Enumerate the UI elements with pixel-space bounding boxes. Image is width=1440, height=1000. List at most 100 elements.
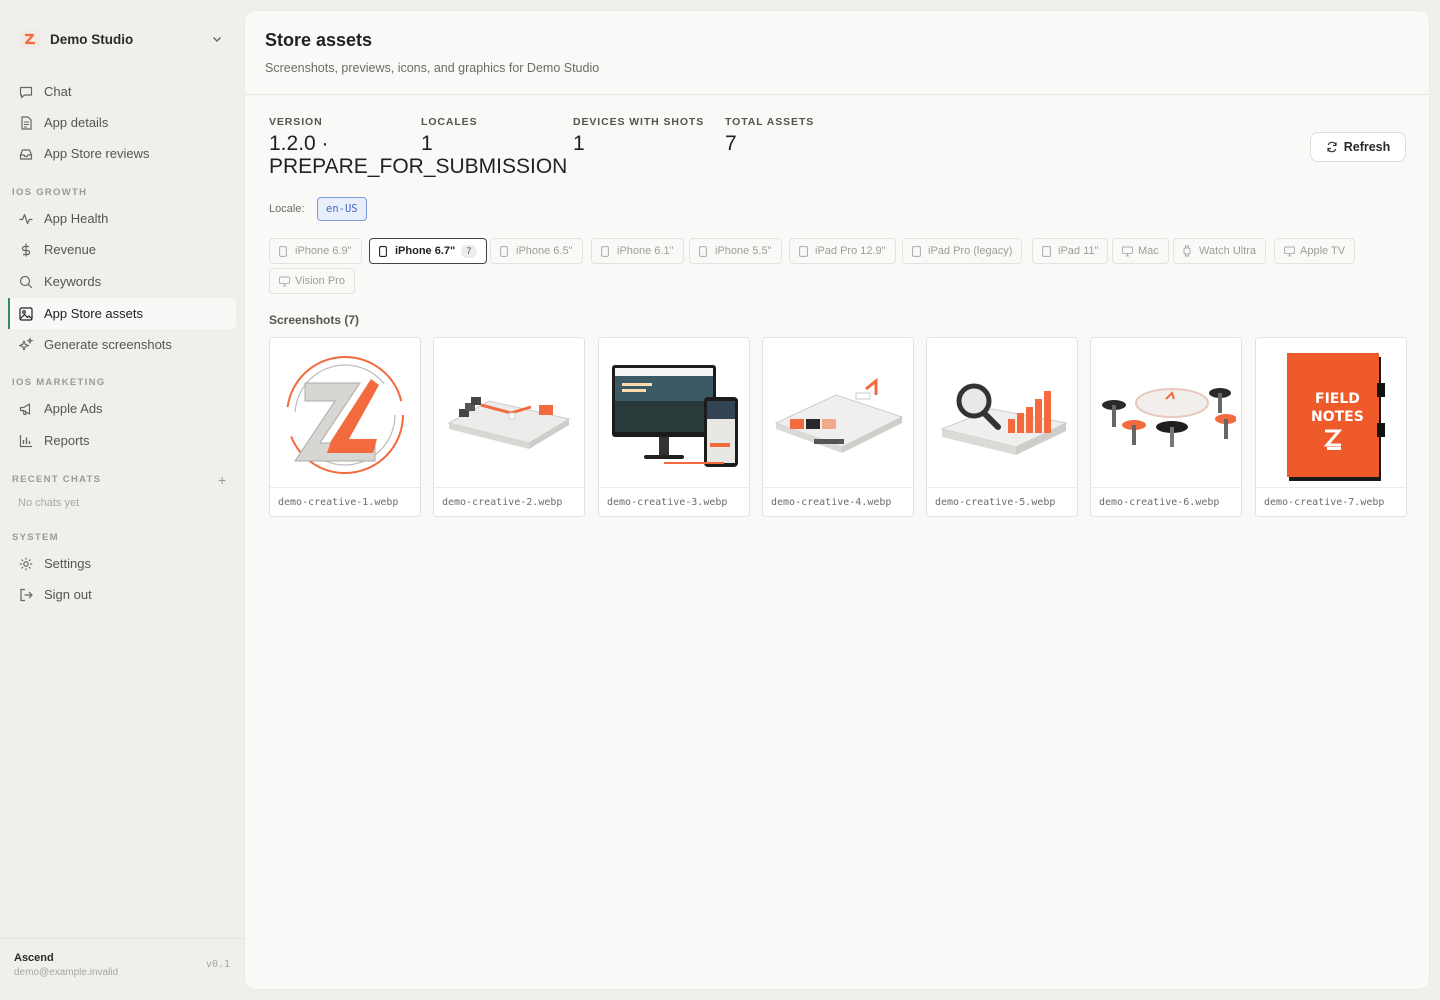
nav-item-label: App Health: [44, 211, 109, 226]
nav-item-settings[interactable]: Settings: [8, 548, 236, 579]
device-tab-label: iPad 11": [1058, 245, 1099, 257]
screenshot-card[interactable]: demo-creative-5.webp: [926, 337, 1078, 517]
nav-item-reports[interactable]: Reports: [8, 425, 236, 456]
stat-label-total-assets: TOTAL ASSETS: [725, 116, 815, 128]
nav-item-app-health[interactable]: App Health: [8, 203, 236, 234]
device-tab-ipad-pro-legacy[interactable]: iPad Pro (legacy): [902, 238, 1023, 264]
locale-label: Locale:: [269, 203, 305, 215]
nav-item-label: Revenue: [44, 242, 97, 257]
section-label-system: SYSTEM: [12, 532, 59, 543]
screenshot-filename: demo-creative-3.webp: [607, 496, 728, 508]
device-tab-label: iPad Pro (legacy): [928, 245, 1013, 257]
screenshot-filename: demo-creative-4.webp: [771, 496, 892, 508]
nav-item-apple-ads[interactable]: Apple Ads: [8, 393, 236, 424]
screenshot-thumbnail: [599, 338, 749, 488]
tablet-icon: [912, 245, 923, 257]
phone-icon: [699, 245, 710, 257]
page-subtitle: Screenshots, previews, icons, and graphi…: [265, 61, 600, 75]
screenshot-filename: demo-creative-1.webp: [278, 496, 399, 508]
new-chat-button[interactable]: +: [218, 472, 226, 488]
device-tab-iphone-6-5[interactable]: iPhone 6.5": [490, 238, 583, 264]
monitor-icon: [1284, 245, 1295, 257]
locale-chip-en-us[interactable]: en-US: [317, 197, 367, 221]
device-tab-iphone-6-9[interactable]: iPhone 6.9": [269, 238, 362, 264]
tablet-icon: [1042, 245, 1053, 257]
monitor-icon: [279, 275, 290, 287]
screenshot-thumbnail: [763, 338, 913, 488]
workspace-logo: [20, 29, 40, 49]
screenshot-card[interactable]: FIELD NOTES demo-creative-7.webp: [1255, 337, 1407, 517]
nav-item-label: Apple Ads: [44, 401, 103, 416]
nav-item-keywords[interactable]: Keywords: [8, 266, 236, 297]
refresh-label: Refresh: [1343, 140, 1391, 154]
nav-item-label: Settings: [44, 556, 91, 571]
device-tab-iphone-6-7[interactable]: iPhone 6.7" 7: [369, 238, 487, 264]
nav-item-label: Chat: [44, 84, 72, 99]
no-chats-text: No chats yet: [18, 497, 80, 509]
device-tab-watch-ultra[interactable]: Watch Ultra: [1173, 238, 1267, 264]
nav-item-revenue[interactable]: Revenue: [8, 234, 236, 265]
dollar-icon: [18, 242, 34, 258]
device-tab-apple-tv[interactable]: Apple TV: [1274, 238, 1356, 264]
device-tab-label: iPhone 5.5": [715, 245, 772, 257]
main-panel: Store assets Screenshots, previews, icon…: [244, 10, 1430, 990]
refresh-button[interactable]: Refresh: [1310, 132, 1406, 162]
screenshot-card[interactable]: demo-creative-6.webp: [1090, 337, 1242, 517]
chevron-down-icon: [213, 37, 221, 42]
device-tab-ipad-pro-12-9[interactable]: iPad Pro 12.9": [789, 238, 896, 264]
section-label-ios-growth: IOS GROWTH: [12, 187, 88, 198]
device-count-badge: 7: [461, 244, 477, 258]
user-email: demo@example.invalid: [14, 967, 119, 978]
user-name: Ascend: [14, 952, 54, 964]
screenshot-card[interactable]: demo-creative-2.webp: [433, 337, 585, 517]
inbox-icon: [18, 146, 34, 162]
stat-label-devices: DEVICES WITH SHOTS: [573, 116, 705, 128]
activity-icon: [18, 211, 34, 227]
nav-item-label: Generate screenshots: [44, 337, 172, 352]
nav-item-label: Keywords: [44, 274, 102, 289]
nav-item-generate-screenshots[interactable]: Generate screenshots: [8, 329, 236, 360]
device-tab-vision-pro[interactable]: Vision Pro: [269, 268, 355, 294]
bar-chart-icon: [18, 433, 34, 449]
device-tab-iphone-5-5[interactable]: iPhone 5.5": [689, 238, 782, 264]
nav-item-sign-out[interactable]: Sign out: [8, 579, 236, 610]
document-icon: [18, 115, 34, 131]
device-tab-label: iPad Pro 12.9": [815, 245, 886, 257]
nav-item-app-details[interactable]: App details: [8, 107, 236, 138]
sidebar-footer: Ascend demo@example.invalid v0.1: [0, 938, 244, 1000]
page-header: Store assets Screenshots, previews, icon…: [245, 11, 1429, 95]
workspace-switcher[interactable]: Demo Studio: [12, 22, 232, 56]
workspace-name: Demo Studio: [50, 31, 134, 47]
screenshot-filename: demo-creative-6.webp: [1099, 496, 1220, 508]
sidebar: Demo Studio Chat App details App Store r…: [0, 0, 244, 1000]
nav-item-chat[interactable]: Chat: [8, 76, 236, 107]
notebook-title-line2: NOTES: [1311, 409, 1364, 425]
page-title: Store assets: [265, 30, 373, 50]
screenshot-thumbnail: FIELD NOTES: [1256, 338, 1406, 488]
monitor-icon: [1122, 245, 1133, 257]
device-tab-ipad-11[interactable]: iPad 11": [1032, 238, 1109, 264]
sign-out-icon: [18, 587, 34, 603]
gear-icon: [18, 556, 34, 572]
megaphone-icon: [18, 401, 34, 417]
screenshot-filename: demo-creative-2.webp: [442, 496, 563, 508]
screenshot-card[interactable]: demo-creative-3.webp: [598, 337, 750, 517]
app-version: v0.1: [205, 959, 230, 970]
notebook-title-line1: FIELD: [1315, 391, 1360, 407]
screenshot-thumbnail: [1091, 338, 1241, 488]
image-icon: [18, 306, 34, 322]
sparkles-icon: [18, 336, 34, 353]
section-label-ios-marketing: IOS MARKETING: [12, 377, 106, 388]
device-tab-mac[interactable]: Mac: [1112, 238, 1169, 264]
nav-item-app-store-assets[interactable]: App Store assets: [8, 298, 236, 329]
device-tab-iphone-6-1[interactable]: iPhone 6.1": [591, 238, 684, 264]
screenshot-card[interactable]: demo-creative-4.webp: [762, 337, 914, 517]
screenshot-card[interactable]: demo-creative-1.webp: [269, 337, 421, 517]
screenshot-filename: demo-creative-7.webp: [1264, 496, 1385, 508]
chat-icon: [18, 84, 34, 100]
stat-value-locales: 1: [421, 132, 433, 155]
device-tab-label: Mac: [1138, 245, 1159, 257]
phone-icon: [279, 245, 290, 257]
stat-value-devices: 1: [573, 132, 585, 155]
nav-item-app-store-reviews[interactable]: App Store reviews: [8, 138, 236, 169]
